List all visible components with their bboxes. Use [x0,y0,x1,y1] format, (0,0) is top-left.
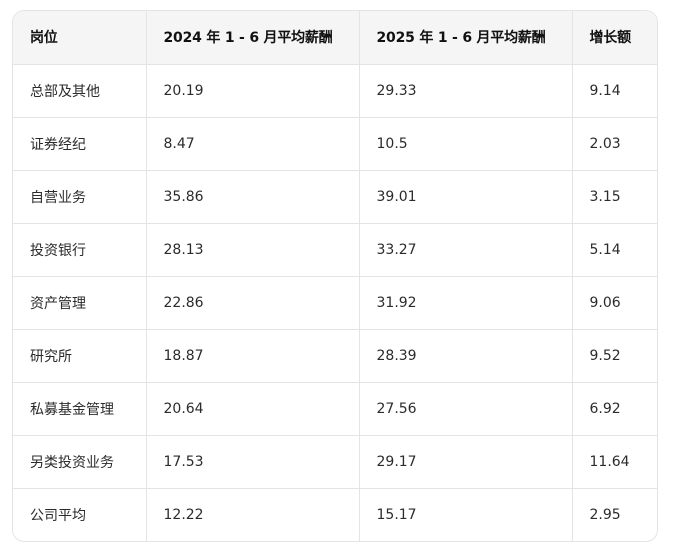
cell-2025: 39.01 [359,170,573,224]
cell-increase: 11.64 [572,435,657,489]
cell-2025: 28.39 [359,329,573,383]
cell-position: 研究所 [13,329,147,383]
header-avg-salary-2024: 2024 年 1 - 6 月平均薪酬 [146,11,360,65]
cell-2025: 29.33 [359,64,573,118]
cell-increase: 9.06 [572,276,657,330]
cell-2025: 29.17 [359,435,573,489]
cell-increase: 9.14 [572,64,657,118]
table-row: 证券经纪 8.47 10.5 2.03 [13,117,657,171]
cell-2024: 35.86 [146,170,360,224]
cell-position: 公司平均 [13,488,147,541]
cell-position: 资产管理 [13,276,147,330]
salary-table-container: 岗位 2024 年 1 - 6 月平均薪酬 2025 年 1 - 6 月平均薪酬… [12,10,658,542]
cell-2024: 8.47 [146,117,360,171]
cell-2025: 33.27 [359,223,573,277]
table-row: 研究所 18.87 28.39 9.52 [13,329,657,383]
cell-increase: 6.92 [572,382,657,436]
table-row: 另类投资业务 17.53 29.17 11.64 [13,435,657,489]
cell-increase: 9.52 [572,329,657,383]
cell-2024: 20.64 [146,382,360,436]
cell-2025: 31.92 [359,276,573,330]
cell-2024: 18.87 [146,329,360,383]
cell-position: 另类投资业务 [13,435,147,489]
table-header: 岗位 2024 年 1 - 6 月平均薪酬 2025 年 1 - 6 月平均薪酬… [13,11,657,65]
cell-position: 自营业务 [13,170,147,224]
header-position: 岗位 [13,11,147,65]
cell-increase: 5.14 [572,223,657,277]
cell-position: 私募基金管理 [13,382,147,436]
header-increase: 增长额 [572,11,657,65]
cell-2024: 20.19 [146,64,360,118]
cell-2024: 28.13 [146,223,360,277]
table-body: 总部及其他 20.19 29.33 9.14 证券经纪 8.47 10.5 2.… [13,64,657,541]
header-avg-salary-2025: 2025 年 1 - 6 月平均薪酬 [359,11,573,65]
table-row: 公司平均 12.22 15.17 2.95 [13,488,657,541]
table-row: 私募基金管理 20.64 27.56 6.92 [13,382,657,436]
cell-2025: 10.5 [359,117,573,171]
table-row: 自营业务 35.86 39.01 3.15 [13,170,657,224]
cell-position: 总部及其他 [13,64,147,118]
cell-2024: 22.86 [146,276,360,330]
table-row: 投资银行 28.13 33.27 5.14 [13,223,657,277]
table-row: 总部及其他 20.19 29.33 9.14 [13,64,657,118]
cell-position: 证券经纪 [13,117,147,171]
cell-2024: 12.22 [146,488,360,541]
cell-position: 投资银行 [13,223,147,277]
header-row: 岗位 2024 年 1 - 6 月平均薪酬 2025 年 1 - 6 月平均薪酬… [13,11,657,65]
cell-increase: 2.03 [572,117,657,171]
cell-2025: 27.56 [359,382,573,436]
cell-2025: 15.17 [359,488,573,541]
salary-table: 岗位 2024 年 1 - 6 月平均薪酬 2025 年 1 - 6 月平均薪酬… [13,11,657,541]
cell-increase: 2.95 [589,506,621,523]
cell-increase: 3.15 [572,170,657,224]
cell-2024: 17.53 [146,435,360,489]
table-row: 资产管理 22.86 31.92 9.06 [13,276,657,330]
